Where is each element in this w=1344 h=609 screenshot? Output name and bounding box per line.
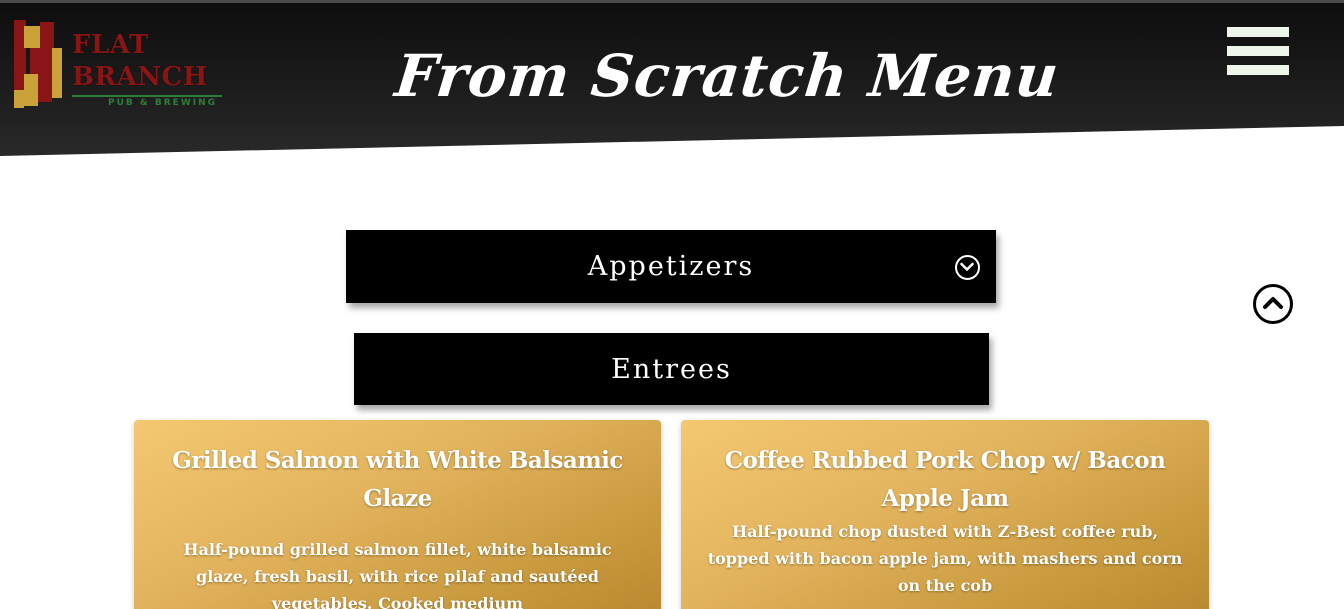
- logo-divider: [72, 95, 222, 97]
- category-label: Entrees: [611, 353, 732, 385]
- hamburger-menu-icon[interactable]: [1227, 27, 1289, 77]
- hamburger-line: [1227, 65, 1289, 75]
- logo-text-flat: FLAT: [72, 30, 149, 60]
- category-entrees-button[interactable]: Entrees: [354, 333, 989, 405]
- menu-item-description: Half-pound chop dusted with Z-Best coffe…: [707, 522, 1183, 595]
- menu-item-card: Grilled Salmon with White Balsamic Glaze…: [134, 420, 661, 609]
- page-title: From Scratch Menu: [392, 42, 1063, 110]
- hamburger-line: [1227, 27, 1289, 37]
- menu-item-card: Coffee Rubbed Pork Chop w/ Bacon Apple J…: [681, 420, 1209, 609]
- logo-text-branch: BRANCH: [72, 62, 208, 92]
- logo-mark-icon: [14, 20, 62, 108]
- menu-item-title: Grilled Salmon with White Balsamic Glaze: [172, 447, 623, 512]
- menu-item-title: Coffee Rubbed Pork Chop w/ Bacon Apple J…: [724, 447, 1166, 512]
- logo-subtitle: PUB & BREWING: [108, 98, 218, 108]
- header-top-border: [0, 0, 1344, 3]
- category-appetizers-button[interactable]: Appetizers: [346, 230, 996, 303]
- chevron-up-circle-icon[interactable]: [1253, 284, 1293, 324]
- category-label: Appetizers: [587, 251, 755, 282]
- menu-item-description: Half-pound grilled salmon fillet, white …: [183, 540, 612, 609]
- chevron-down-circle-icon[interactable]: [955, 255, 980, 280]
- flat-branch-logo[interactable]: FLAT BRANCH PUB & BREWING: [10, 18, 222, 113]
- hamburger-line: [1227, 46, 1289, 56]
